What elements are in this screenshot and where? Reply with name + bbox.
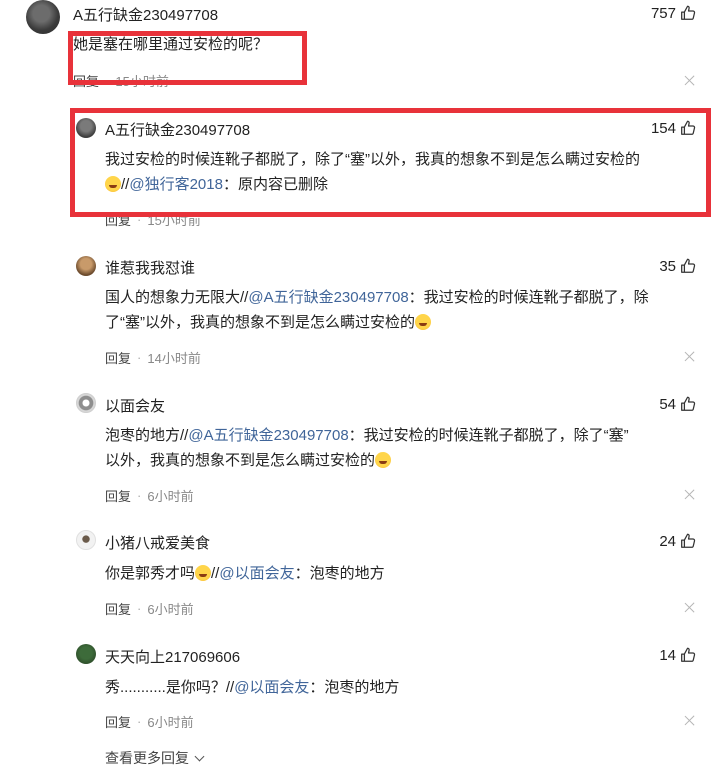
- avatar[interactable]: [76, 393, 96, 413]
- avatar[interactable]: [76, 530, 96, 550]
- comment-time: 15小时前: [147, 213, 201, 228]
- like-button[interactable]: 757: [651, 4, 697, 22]
- close-icon[interactable]: [684, 715, 695, 726]
- mention-link[interactable]: @以面会友: [219, 565, 294, 582]
- close-icon[interactable]: [684, 75, 695, 86]
- thumbs-up-icon: [679, 646, 697, 664]
- like-button[interactable]: 54: [659, 395, 697, 413]
- like-count: 154: [650, 119, 676, 137]
- laughing-emoji-icon: [415, 314, 431, 330]
- comment-meta: 回复 · 6小时前: [105, 486, 194, 505]
- comment-text-line-2: //@独行客2018：原内容已删除: [105, 172, 328, 198]
- quoted-text: ：泡枣的地方: [294, 565, 385, 582]
- like-count: 54: [659, 395, 676, 413]
- thumbs-up-icon: [679, 395, 697, 413]
- comment-time: 6小时前: [147, 489, 194, 504]
- mention-link[interactable]: @以面会友: [234, 679, 309, 696]
- more-replies-label: 查看更多回复: [105, 750, 189, 766]
- comment-text-part: 秀...........是你吗？//: [105, 679, 235, 696]
- comment-text: 她是塞在哪里通过安检的呢？: [73, 36, 269, 53]
- comment-meta: 回复 · 14小时前: [105, 348, 201, 367]
- comment-meta: 回复 · 6小时前: [105, 712, 194, 731]
- avatar[interactable]: [76, 644, 96, 664]
- close-icon[interactable]: [684, 489, 695, 500]
- like-count: 24: [659, 532, 676, 550]
- like-button[interactable]: 154: [651, 119, 697, 137]
- comment-text-line-2: 以外，我真的想象不到是怎么瞒过安检的: [105, 448, 392, 474]
- mention-link[interactable]: @A五行缺金230497708: [188, 427, 348, 444]
- comment-time: 14小时前: [147, 351, 201, 366]
- comment-username[interactable]: A五行缺金230497708: [105, 119, 250, 140]
- comment-username[interactable]: A五行缺金230497708: [73, 4, 218, 25]
- close-icon[interactable]: [684, 602, 695, 613]
- thumbs-up-icon: [679, 119, 697, 137]
- comment-text-line-2: 了“塞”以外，我真的想象不到是怎么瞒过安检的: [105, 310, 431, 336]
- laughing-emoji-icon: [105, 176, 121, 192]
- like-button[interactable]: 35: [659, 257, 697, 275]
- meta-separator: ·: [137, 212, 142, 227]
- like-button[interactable]: 24: [659, 532, 697, 550]
- comment-time: 15小时前: [115, 74, 169, 89]
- close-icon[interactable]: [684, 351, 695, 362]
- like-count: 14: [659, 646, 676, 664]
- quoted-text: ：我过安检的时候连靴子都脱了，除: [408, 289, 649, 306]
- meta-separator: ·: [105, 73, 110, 88]
- reply-button[interactable]: 回复: [105, 712, 131, 731]
- comment-username[interactable]: 以面会友: [105, 395, 165, 416]
- comment-username[interactable]: 天天向上217069606: [105, 646, 240, 667]
- meta-separator: ·: [137, 601, 142, 616]
- comment-text-part: 你是郭秀才吗: [105, 565, 196, 582]
- comment-1: A五行缺金230497708 757 她是塞在哪里通过安检的呢？ 回复 · 15…: [0, 0, 723, 100]
- meta-separator: ·: [137, 714, 142, 729]
- comment-text: 泡枣的地方//: [105, 427, 189, 444]
- avatar[interactable]: [76, 256, 96, 276]
- reply-button[interactable]: 回复: [105, 348, 131, 367]
- comment-text: 国人的想象力无限大//: [105, 289, 249, 306]
- comment-meta: 回复 · 15小时前: [105, 210, 201, 229]
- avatar[interactable]: [26, 0, 60, 34]
- comment-username[interactable]: 小猪八戒爱美食: [105, 532, 210, 553]
- comment-time: 6小时前: [147, 715, 194, 730]
- quoted-text: ：泡枣的地方: [309, 679, 400, 696]
- reply-button[interactable]: 回复: [73, 71, 99, 90]
- like-count: 35: [659, 257, 676, 275]
- quoted-text: 以外，我真的想象不到是怎么瞒过安检的: [105, 452, 376, 469]
- more-replies-button[interactable]: 查看更多回复: [105, 748, 205, 768]
- comment-meta: 回复 · 15小时前: [73, 71, 169, 90]
- laughing-emoji-icon: [375, 452, 392, 468]
- grinning-emoji-icon: [195, 565, 212, 581]
- quoted-text: ：我过安检的时候连靴子都脱了，除了“塞”: [348, 427, 629, 444]
- quoted-text: 了“塞”以外，我真的想象不到是怎么瞒过安检的: [105, 314, 415, 331]
- comment-meta: 回复 · 6小时前: [105, 599, 194, 618]
- like-count: 757: [650, 4, 676, 22]
- like-button[interactable]: 14: [659, 646, 697, 664]
- reply-button[interactable]: 回复: [105, 486, 131, 505]
- quoted-text: ：原内容已删除: [222, 176, 328, 193]
- mention-link[interactable]: @A五行缺金230497708: [248, 289, 408, 306]
- comment-time: 6小时前: [147, 602, 194, 617]
- comment-text: 秀...........是你吗？//@以面会友：泡枣的地方: [105, 675, 399, 701]
- avatar[interactable]: [76, 118, 96, 138]
- thumbs-up-icon: [679, 4, 697, 22]
- mention-link[interactable]: @独行客2018: [129, 176, 223, 193]
- comment-text-line-1: 我过安检的时候连靴子都脱了，除了“塞”以外，我真的想象不到是怎么瞒过安检的: [105, 151, 640, 168]
- comment-text-line-1: 泡枣的地方//@A五行缺金230497708：我过安检的时候连靴子都脱了，除了“…: [105, 423, 629, 449]
- comment-username[interactable]: 谁惹我我怼谁: [105, 257, 195, 278]
- thumbs-up-icon: [679, 532, 697, 550]
- meta-separator: ·: [137, 350, 142, 365]
- chevron-down-icon: [194, 751, 205, 761]
- reply-button[interactable]: 回复: [105, 599, 131, 618]
- thumbs-up-icon: [679, 257, 697, 275]
- meta-separator: ·: [137, 488, 142, 503]
- comment-text-line-1: 国人的想象力无限大//@A五行缺金230497708：我过安检的时候连靴子都脱了…: [105, 285, 649, 311]
- comment-text: 你是郭秀才吗//@以面会友：泡枣的地方: [105, 561, 385, 587]
- reply-button[interactable]: 回复: [105, 210, 131, 229]
